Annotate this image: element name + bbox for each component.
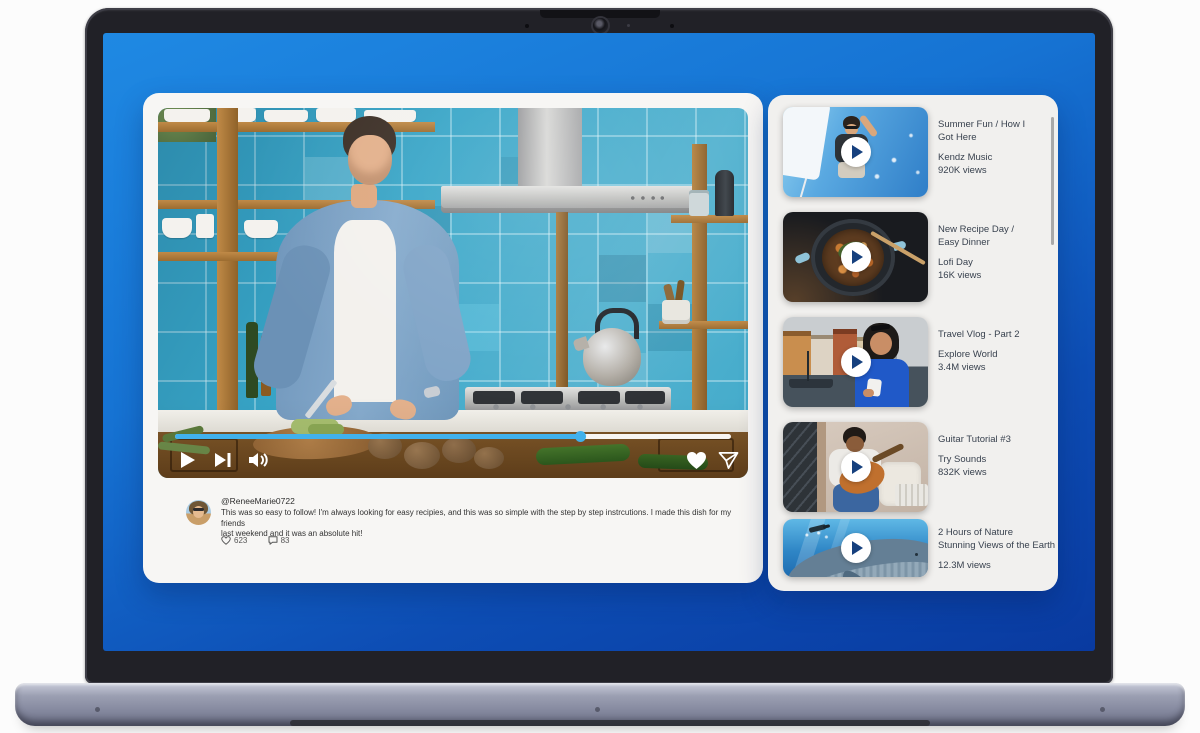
reply-count-button[interactable]: 83: [268, 536, 290, 545]
like-count-button[interactable]: 623: [221, 536, 247, 545]
video-title[interactable]: Guitar Tutorial #3: [938, 433, 1052, 446]
view-count: 832K views: [938, 467, 987, 478]
channel-name[interactable]: Lofi Day: [938, 256, 1052, 269]
boat: [789, 379, 833, 388]
channel-name[interactable]: Explore World: [938, 348, 1052, 361]
play-overlay-button[interactable]: [840, 347, 871, 377]
figure-hand: [863, 389, 874, 397]
heart-outline-icon: [221, 536, 231, 545]
webcam: [593, 18, 608, 33]
video-thumbnail-cooking-pot[interactable]: [783, 212, 928, 302]
boat-sail: [783, 107, 831, 181]
share-icon[interactable]: [718, 451, 739, 470]
laptop-base-foot: [290, 720, 930, 726]
video-thumbnail-sailing[interactable]: [783, 107, 928, 197]
figure-face: [870, 332, 892, 355]
comment-username[interactable]: @ReneeMarie0722: [221, 496, 295, 506]
video-info: New Recipe Day / Easy Dinner Lofi Day 16K…: [938, 223, 1052, 282]
play-overlay-button[interactable]: [840, 242, 871, 272]
play-overlay-button[interactable]: [840, 137, 871, 167]
page-background: @ReneeMarie0722 This was so easy to foll…: [0, 0, 1200, 733]
channel-name[interactable]: Kendz Music: [938, 151, 1052, 164]
laptop-screen: @ReneeMarie0722 This was so easy to foll…: [103, 33, 1095, 651]
play-triangle-icon: [851, 355, 863, 369]
video-meta: Explore World 3.4M views: [938, 348, 1052, 374]
base-detail-dot: [595, 707, 600, 712]
video-info: Guitar Tutorial #3 Try Sounds 832K views: [938, 433, 1052, 479]
video-info: Travel Vlog - Part 2 Explore World 3.4M …: [938, 328, 1052, 374]
video-title[interactable]: 2 Hours of Nature Stunning Views of the E…: [938, 526, 1060, 552]
view-count: 3.4M views: [938, 362, 986, 373]
video-title[interactable]: Travel Vlog - Part 2: [938, 328, 1052, 341]
staircase: [783, 422, 817, 512]
video-light-overlay: [158, 108, 748, 478]
comment-text: This was so easy to follow! I'm always l…: [221, 508, 732, 538]
recommendations-panel: Summer Fun / How I Got Here Kendz Music 9…: [768, 95, 1058, 591]
comment-bubble-icon: [268, 536, 278, 545]
play-icon[interactable]: [180, 451, 196, 469]
recommended-video-row[interactable]: Summer Fun / How I Got Here Kendz Music 9…: [768, 107, 1058, 197]
recommended-video-row[interactable]: New Recipe Day / Easy Dinner Lofi Day 16K…: [768, 212, 1058, 302]
like-heart-icon[interactable]: [686, 451, 707, 470]
next-track-icon[interactable]: [214, 451, 233, 469]
laptop-base: [15, 683, 1185, 726]
video-title[interactable]: New Recipe Day / Easy Dinner: [938, 223, 1052, 249]
wall-pillar: [817, 422, 826, 512]
progress-fill: [175, 431, 586, 442]
video-player-card: @ReneeMarie0722 This was so easy to foll…: [143, 93, 763, 583]
recommended-video-row[interactable]: Travel Vlog - Part 2 Explore World 3.4M …: [768, 317, 1058, 407]
play-triangle-icon: [851, 460, 863, 474]
view-count: 16K views: [938, 270, 982, 281]
play-overlay-button[interactable]: [840, 533, 871, 563]
video-progress-bar[interactable]: [175, 431, 731, 442]
view-count: 12.3M views: [938, 560, 991, 571]
pot-handle: [794, 251, 811, 265]
sensor-dot: [627, 24, 630, 27]
avatar[interactable]: [186, 500, 211, 525]
video-info: 2 Hours of Nature Stunning Views of the E…: [938, 526, 1060, 572]
player-controls: [158, 447, 748, 475]
play-triangle-icon: [851, 541, 863, 555]
video-thumbnail-guitar[interactable]: [783, 422, 928, 512]
play-triangle-icon: [851, 250, 863, 264]
channel-name[interactable]: Try Sounds: [938, 453, 1052, 466]
like-count: 623: [234, 536, 248, 545]
play-overlay-button[interactable]: [840, 452, 871, 482]
video-meta: Try Sounds 832K views: [938, 453, 1052, 479]
figure-sunglasses: [845, 126, 858, 129]
boat-mast: [807, 351, 809, 381]
laptop-lid: @ReneeMarie0722 This was so easy to foll…: [85, 8, 1113, 684]
camera-housing: [540, 10, 660, 18]
bubbles: [803, 531, 829, 541]
canal-building: [811, 335, 833, 375]
avatar-sunglasses: [193, 508, 204, 511]
reply-count: 83: [280, 536, 290, 545]
video-thumbnail-travel[interactable]: [783, 317, 928, 407]
whale-eye: [915, 553, 918, 556]
comment-actions: 623 83: [221, 536, 308, 548]
play-triangle-icon: [851, 145, 863, 159]
microphone-dot: [670, 24, 674, 28]
sidebar-scrollbar[interactable]: [1051, 117, 1054, 245]
volume-icon[interactable]: [248, 451, 268, 469]
recommended-video-row[interactable]: Guitar Tutorial #3 Try Sounds 832K views: [768, 422, 1058, 512]
base-detail-dot: [1100, 707, 1105, 712]
video-title[interactable]: Summer Fun / How I Got Here: [938, 118, 1052, 144]
video-thumbnail-whale[interactable]: [783, 519, 928, 577]
video-player[interactable]: [158, 108, 748, 478]
diver-fins: [822, 524, 831, 529]
video-info: Summer Fun / How I Got Here Kendz Music 9…: [938, 118, 1052, 177]
recommended-video-row[interactable]: 2 Hours of Nature Stunning Views of the E…: [768, 519, 1058, 577]
figure-face: [846, 436, 864, 452]
video-meta: 12.3M views: [938, 559, 1060, 572]
base-detail-dot: [95, 707, 100, 712]
progress-thumb[interactable]: [574, 431, 586, 442]
microphone-dot: [525, 24, 529, 28]
video-meta: Kendz Music 920K views: [938, 151, 1052, 177]
video-meta: Lofi Day 16K views: [938, 256, 1052, 282]
view-count: 920K views: [938, 165, 987, 176]
radiator: [895, 484, 928, 506]
